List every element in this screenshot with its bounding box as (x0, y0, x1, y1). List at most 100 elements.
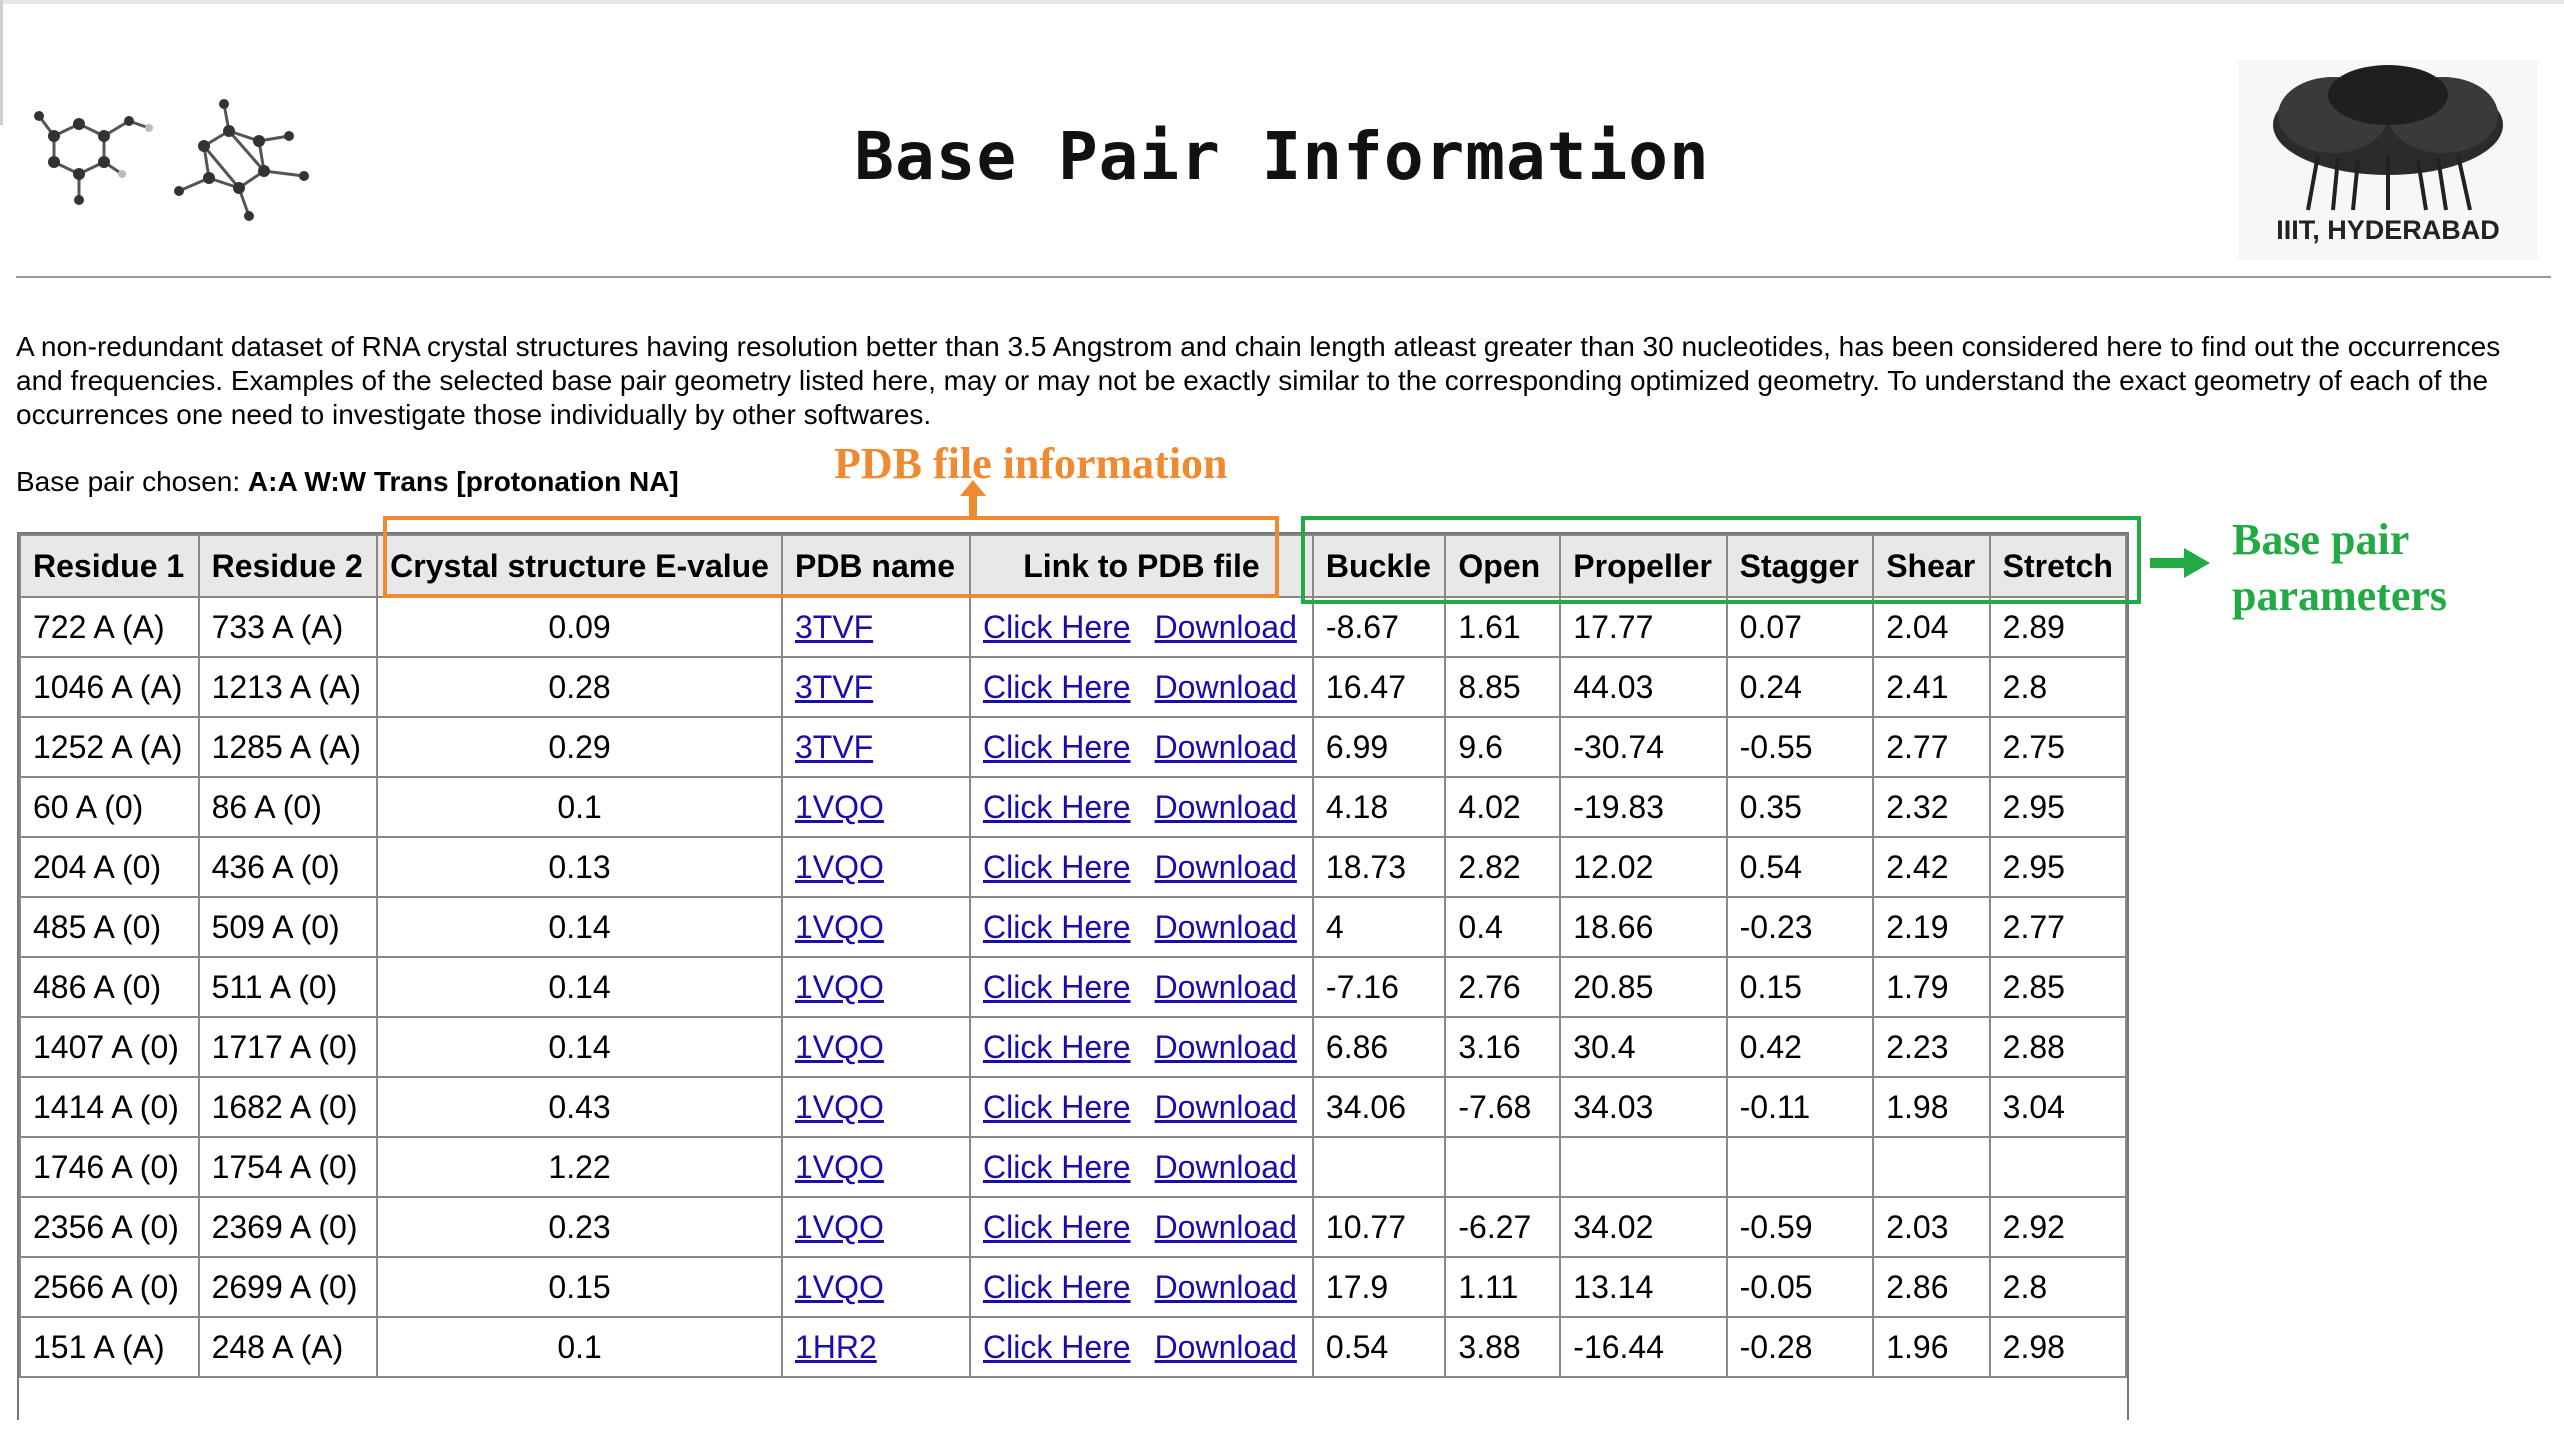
click-here-link[interactable]: Click Here (983, 609, 1131, 645)
download-link[interactable]: Download (1155, 669, 1297, 705)
cell-pdb-name: 1VQO (780, 896, 971, 958)
base-params-highlight (1301, 516, 2141, 604)
download-link[interactable]: Download (1155, 609, 1297, 645)
cell-propeller: 18.66 (1559, 896, 1728, 958)
pdb-name-link[interactable]: 1VQO (795, 1149, 884, 1185)
cell-stretch: 2.95 (1988, 776, 2127, 838)
cell-open: 0.4 (1444, 896, 1562, 958)
cell-stagger: -0.05 (1725, 1256, 1875, 1318)
cell-open: 1.11 (1444, 1256, 1562, 1318)
table-row: 2356 A (0) 2369 A (0) 0.23 1VQO Click Here Do… (19, 1196, 2127, 1258)
cell-residue-1: 2356 A (0) (19, 1196, 200, 1258)
pdb-name-link[interactable]: 1VQO (795, 1209, 884, 1245)
cell-pdb-name: 1VQO (780, 1016, 971, 1078)
download-link[interactable]: Download (1155, 789, 1297, 825)
cell-buckle (1311, 1136, 1447, 1198)
pdb-name-link[interactable]: 3TVF (795, 669, 873, 705)
left-edge (0, 0, 3, 125)
download-link[interactable]: Download (1155, 729, 1297, 765)
cell-buckle: 18.73 (1311, 836, 1447, 898)
click-here-link[interactable]: Click Here (983, 729, 1131, 765)
cell-stagger: 0.07 (1725, 596, 1875, 658)
cell-buckle: 0.54 (1311, 1316, 1447, 1378)
download-link[interactable]: Download (1155, 909, 1297, 945)
download-link[interactable]: Download (1155, 1029, 1297, 1065)
cell-propeller: 44.03 (1559, 656, 1728, 718)
pdb-name-link[interactable]: 1VQO (795, 789, 884, 825)
click-here-link[interactable]: Click Here (983, 1269, 1131, 1305)
table-body: 722 A (A) 733 A (A) 0.09 3TVF Click Here Down… (19, 596, 2127, 1378)
pdb-name-link[interactable]: 1VQO (795, 909, 884, 945)
click-here-link[interactable]: Click Here (983, 849, 1131, 885)
download-link[interactable]: Download (1155, 1149, 1297, 1185)
cell-residue-2: 86 A (0) (197, 776, 379, 838)
click-here-link[interactable]: Click Here (983, 969, 1131, 1005)
cell-stretch: 2.8 (1988, 656, 2127, 718)
cell-buckle: 17.9 (1311, 1256, 1447, 1318)
download-link[interactable]: Download (1155, 1329, 1297, 1365)
cell-shear: 2.19 (1872, 896, 1991, 958)
cell-buckle: -7.16 (1311, 956, 1447, 1018)
download-link[interactable]: Download (1155, 969, 1297, 1005)
pdb-name-link[interactable]: 1VQO (795, 849, 884, 885)
click-here-link[interactable]: Click Here (983, 1209, 1131, 1245)
cell-residue-1: 151 A (A) (19, 1316, 200, 1378)
download-link[interactable]: Download (1155, 1089, 1297, 1125)
cell-e-value: 0.23 (376, 1196, 783, 1258)
cell-pdb-name: 1VQO (780, 956, 971, 1018)
cell-buckle: 16.47 (1311, 656, 1447, 718)
cell-shear: 2.42 (1872, 836, 1991, 898)
cell-shear: 2.41 (1872, 656, 1991, 718)
cell-propeller: 13.14 (1559, 1256, 1728, 1318)
up-arrow-icon (960, 480, 986, 520)
download-link[interactable]: Download (1155, 849, 1297, 885)
click-here-link[interactable]: Click Here (983, 1329, 1131, 1365)
cell-stretch: 2.85 (1988, 956, 2127, 1018)
pdb-name-link[interactable]: 1VQO (795, 1029, 884, 1065)
cell-link: Click Here Download (968, 836, 1314, 898)
cell-propeller: 12.02 (1559, 836, 1728, 898)
cell-shear: 1.98 (1872, 1076, 1991, 1138)
cell-stretch: 2.77 (1988, 896, 2127, 958)
pdb-name-link[interactable]: 1VQO (795, 969, 884, 1005)
cell-stretch: 2.98 (1988, 1316, 2127, 1378)
click-here-link[interactable]: Click Here (983, 789, 1131, 825)
cell-stagger: -0.55 (1725, 716, 1875, 778)
cell-shear: 1.79 (1872, 956, 1991, 1018)
cell-stagger: 0.54 (1725, 836, 1875, 898)
cell-residue-2: 1285 A (A) (197, 716, 379, 778)
cell-shear: 2.32 (1872, 776, 1991, 838)
cell-shear: 2.77 (1872, 716, 1991, 778)
cell-shear: 2.23 (1872, 1016, 1991, 1078)
pdb-info-annotation: PDB file information (834, 439, 1228, 488)
download-link[interactable]: Download (1155, 1269, 1297, 1305)
click-here-link[interactable]: Click Here (983, 1029, 1131, 1065)
cell-propeller: 34.02 (1559, 1196, 1728, 1258)
click-here-link[interactable]: Click Here (983, 909, 1131, 945)
col-header-residue-2: Residue 2 (197, 534, 379, 598)
base-params-annotation: Base pair parameters (2232, 512, 2482, 624)
pdb-name-link[interactable]: 1VQO (795, 1089, 884, 1125)
cell-residue-2: 2699 A (0) (197, 1256, 379, 1318)
click-here-link[interactable]: Click Here (983, 1089, 1131, 1125)
cell-stagger: -0.28 (1725, 1316, 1875, 1378)
iiit-label: IIIT, HYDERABAD (2276, 215, 2500, 245)
click-here-link[interactable]: Click Here (983, 669, 1131, 705)
pdb-name-link[interactable]: 3TVF (795, 729, 873, 765)
pdb-name-link[interactable]: 1HR2 (795, 1329, 877, 1365)
download-link[interactable]: Download (1155, 1209, 1297, 1245)
click-here-link[interactable]: Click Here (983, 1149, 1131, 1185)
cell-residue-1: 1046 A (A) (19, 656, 200, 718)
cell-shear: 1.96 (1872, 1316, 1991, 1378)
cell-propeller (1559, 1136, 1728, 1198)
cell-stagger: 0.15 (1725, 956, 1875, 1018)
page-title: Base Pair Information (854, 118, 1710, 195)
pdb-name-link[interactable]: 1VQO (795, 1269, 884, 1305)
cell-residue-2: 511 A (0) (197, 956, 379, 1018)
cell-link: Click Here Download (968, 656, 1314, 718)
cell-shear: 2.03 (1872, 1196, 1991, 1258)
cell-pdb-name: 1VQO (780, 1196, 971, 1258)
pdb-name-link[interactable]: 3TVF (795, 609, 873, 645)
table-row: 2566 A (0) 2699 A (0) 0.15 1VQO Click Here Do… (19, 1256, 2127, 1318)
cell-propeller: -16.44 (1559, 1316, 1728, 1378)
